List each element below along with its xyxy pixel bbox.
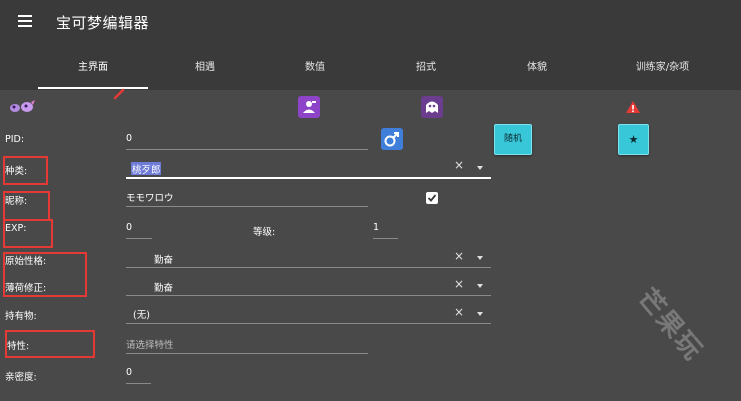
watermark: 芒果玩	[631, 283, 709, 367]
held-item-field[interactable]: (无)	[133, 307, 150, 321]
level-underline	[373, 238, 398, 239]
tab-appearance[interactable]: 体貌	[482, 55, 592, 90]
active-tab-indicator	[38, 87, 148, 89]
exp-label: EXP:	[5, 223, 27, 234]
exp-underline	[126, 238, 152, 239]
species-clear-icon[interactable]: ×	[454, 158, 464, 172]
held-item-dropdown-icon[interactable]	[477, 312, 483, 316]
pid-label: PID:	[5, 134, 25, 145]
friendship-field[interactable]: 0	[126, 367, 132, 378]
tab-stats[interactable]: 数值	[260, 55, 370, 90]
exp-field[interactable]: 0	[126, 222, 132, 233]
random-pid-button[interactable]: 随机	[494, 124, 532, 155]
nature-dropdown-icon[interactable]	[477, 256, 483, 260]
level-label: 等级:	[253, 227, 276, 238]
nickname-checkbox[interactable]	[426, 192, 438, 204]
mint-nature-label: 薄荷修正:	[5, 283, 47, 294]
warning-icon	[626, 101, 640, 113]
species-label: 种类:	[5, 166, 28, 177]
level-field[interactable]: 1	[373, 222, 379, 233]
nickname-underline	[126, 206, 368, 207]
held-item-clear-icon[interactable]: ×	[454, 305, 464, 319]
held-item-underline	[126, 323, 491, 324]
species-field[interactable]: 桃歹郎	[132, 162, 161, 176]
held-item-label: 持有物:	[5, 311, 37, 322]
nature-clear-icon[interactable]: ×	[454, 249, 464, 263]
app-title: 宝可梦编辑器	[56, 14, 150, 32]
pid-field[interactable]: 0	[126, 133, 132, 144]
mint-nature-dropdown-icon[interactable]	[477, 284, 483, 288]
shiny-button[interactable]: ★	[618, 124, 649, 155]
mint-nature-clear-icon[interactable]: ×	[454, 277, 464, 291]
trainer-card-icon[interactable]	[298, 96, 320, 118]
pokemon-sprite-icon	[10, 100, 35, 112]
tab-encounter[interactable]: 相遇	[150, 55, 260, 90]
nickname-field[interactable]: モモワロウ	[126, 190, 174, 204]
friendship-underline	[126, 383, 151, 384]
pid-underline	[126, 149, 368, 150]
nickname-label: 昵称:	[5, 196, 28, 207]
ability-field[interactable]: 请选择特性	[126, 337, 174, 351]
mint-nature-field[interactable]: 勤奋	[154, 280, 173, 294]
tab-trainer-misc[interactable]: 训练家/杂项	[600, 55, 725, 90]
nature-field[interactable]: 勤奋	[154, 252, 173, 266]
menu-icon[interactable]	[18, 15, 34, 29]
friendship-label: 亲密度:	[5, 372, 37, 383]
species-dropdown-icon[interactable]	[477, 166, 483, 170]
tab-moves[interactable]: 招式	[371, 55, 481, 90]
nature-underline	[126, 267, 491, 268]
mint-nature-underline	[126, 295, 491, 296]
species-underline	[126, 177, 491, 179]
tab-bar: 主界面 相遇 数值 招式 体貌 训练家/杂项	[38, 55, 738, 90]
ghost-icon[interactable]	[421, 96, 443, 118]
tab-main[interactable]: 主界面	[38, 55, 148, 90]
ability-underline	[126, 353, 368, 354]
red-edit-mark-icon	[113, 88, 125, 100]
nature-label: 原始性格:	[5, 256, 47, 267]
male-icon[interactable]	[381, 128, 403, 150]
ability-label: 特性:	[7, 341, 30, 352]
